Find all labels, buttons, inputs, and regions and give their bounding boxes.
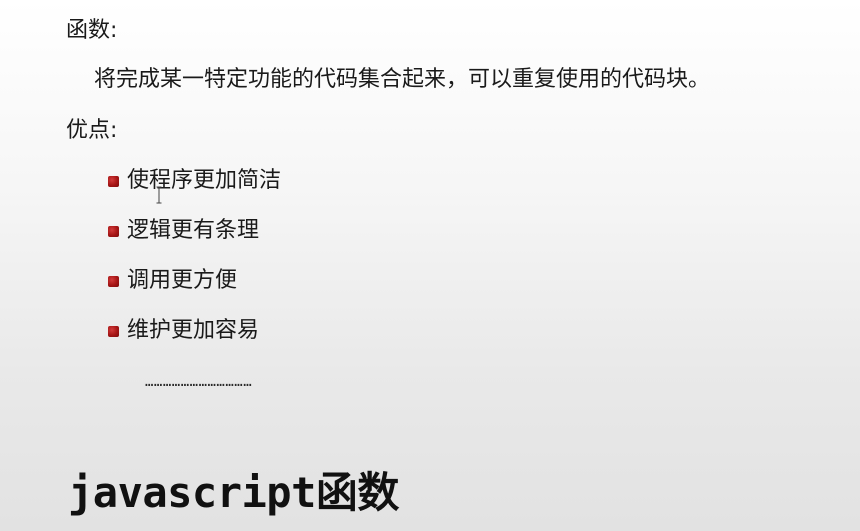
square-bullet-icon	[108, 225, 119, 237]
functions-heading: 函数:	[66, 18, 118, 43]
footer-title: javascript函数	[68, 468, 399, 517]
list-item: 调用更方便	[108, 268, 281, 294]
square-bullet-icon	[108, 175, 119, 187]
advantages-heading: 优点:	[66, 118, 118, 143]
advantage-label: 逻辑更有条理	[127, 218, 260, 243]
square-bullet-icon	[108, 275, 119, 287]
advantage-label: 维护更加容易	[127, 318, 260, 343]
square-bullet-icon	[108, 325, 119, 337]
list-item: 逻辑更有条理	[108, 218, 281, 244]
advantages-list: 使程序更加简洁 逻辑更有条理 调用更方便 维护更加容易	[108, 168, 281, 368]
list-item: 使程序更加简洁	[108, 168, 281, 194]
advantage-label: 调用更方便	[127, 268, 238, 293]
list-item: 维护更加容易	[108, 318, 281, 344]
advantage-label: 使程序更加简洁	[127, 168, 282, 193]
text-cursor-icon	[156, 186, 162, 204]
slide: 函数: 将完成某一特定功能的代码集合起来，可以重复使用的代码块。 优点: 使程序…	[0, 0, 860, 531]
function-definition: 将完成某一特定功能的代码集合起来，可以重复使用的代码块。	[94, 67, 711, 92]
ellipsis-line: ………………………………	[145, 374, 253, 390]
